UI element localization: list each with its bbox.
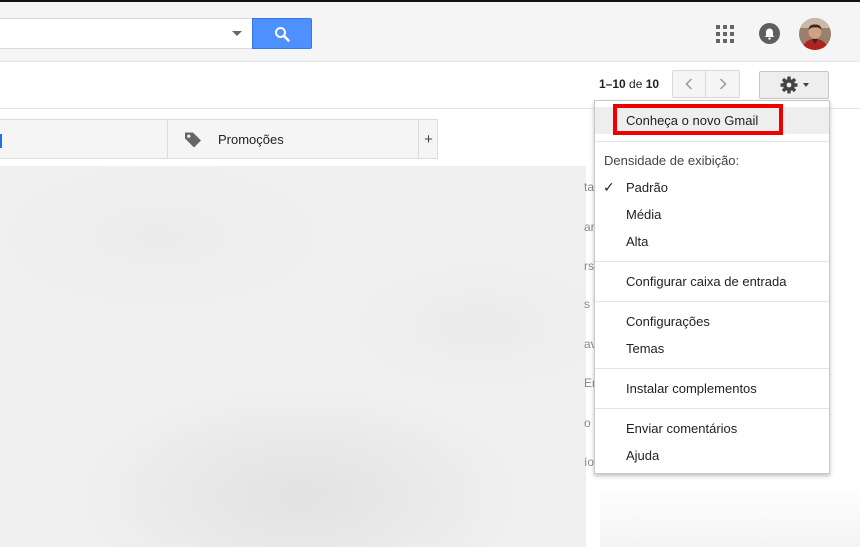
settings-caret-icon (802, 83, 809, 87)
newer-page-button[interactable] (672, 70, 706, 98)
density-default-label: Padrão (626, 180, 668, 195)
search-icon (275, 26, 290, 42)
settings-button[interactable] (759, 71, 829, 99)
menu-divider (595, 141, 829, 142)
gmail-header (0, 2, 860, 62)
account-avatar[interactable] (799, 18, 831, 50)
pager-of: de (629, 77, 643, 91)
blurred-message-list (0, 166, 586, 547)
menu-item-new-gmail[interactable]: Conheça o novo Gmail (595, 107, 829, 134)
search-button[interactable] (252, 18, 312, 49)
bell-glyph-icon (764, 28, 775, 40)
menu-item-themes[interactable]: Temas (595, 335, 829, 362)
pager-range: 1–10 (599, 77, 626, 91)
inbox-tabs: Promoções + (0, 119, 438, 159)
checkmark-icon: ✓ (603, 179, 615, 195)
notifications-bell-icon[interactable] (759, 23, 780, 44)
menu-divider (595, 261, 829, 262)
pager-total: 10 (645, 77, 660, 91)
tag-icon (185, 132, 201, 147)
menu-divider (595, 301, 829, 302)
chevron-right-icon (719, 78, 727, 90)
tab-promotions[interactable]: Promoções (168, 120, 418, 159)
menu-item-density-default[interactable]: ✓ Padrão (595, 174, 829, 201)
bottom-shading (600, 480, 860, 547)
older-page-button[interactable] (706, 70, 740, 98)
chevron-left-icon (685, 78, 693, 90)
settings-menu: Conheça o novo Gmail Densidade de exibiç… (594, 100, 830, 474)
menu-item-help[interactable]: Ajuda (595, 442, 829, 469)
gear-icon (780, 76, 797, 94)
menu-item-density-high[interactable]: Alta (595, 228, 829, 255)
pagination-text: 1–10 de 10 (599, 77, 659, 91)
menu-item-settings[interactable]: Configurações (595, 308, 829, 335)
menu-divider (595, 408, 829, 409)
search-input[interactable] (0, 18, 252, 49)
add-tab-button[interactable]: + (418, 120, 438, 159)
tab-primary-accent[interactable] (0, 134, 2, 148)
menu-item-configure-inbox[interactable]: Configurar caixa de entrada (595, 268, 829, 295)
menu-item-send-feedback[interactable]: Enviar comentários (595, 415, 829, 442)
menu-divider (595, 368, 829, 369)
tab-promotions-label: Promoções (218, 132, 284, 147)
menu-density-heading: Densidade de exibição: (604, 153, 740, 168)
avatar-photo-icon (799, 18, 831, 50)
menu-item-install-addons[interactable]: Instalar complementos (595, 375, 829, 402)
menu-item-density-medium[interactable]: Média (595, 201, 829, 228)
search-options-dropdown-icon[interactable] (232, 31, 242, 36)
google-apps-icon[interactable] (716, 25, 734, 43)
